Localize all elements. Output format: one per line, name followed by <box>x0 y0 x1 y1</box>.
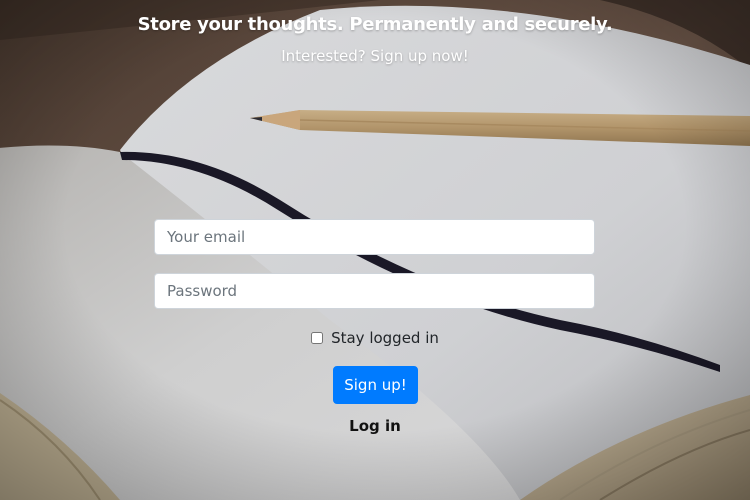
stay-logged-in-row: Stay logged in <box>0 328 750 348</box>
tagline: Store your thoughts. Permanently and sec… <box>137 14 613 35</box>
log-in-link[interactable]: Log in <box>0 416 750 436</box>
signup-panel: — Store your thoughts. Permanently and s… <box>0 0 750 500</box>
signup-prompt: Interested? Sign up now! <box>281 47 469 65</box>
title-clipped-edge: — <box>0 0 750 6</box>
email-field[interactable] <box>154 219 595 255</box>
signup-page: — Store your thoughts. Permanently and s… <box>0 0 750 500</box>
stay-logged-in-checkbox[interactable] <box>311 332 324 344</box>
password-field[interactable] <box>154 273 595 309</box>
sign-up-button[interactable]: Sign up! <box>333 366 418 404</box>
stay-logged-in-label[interactable]: Stay logged in <box>331 328 439 348</box>
